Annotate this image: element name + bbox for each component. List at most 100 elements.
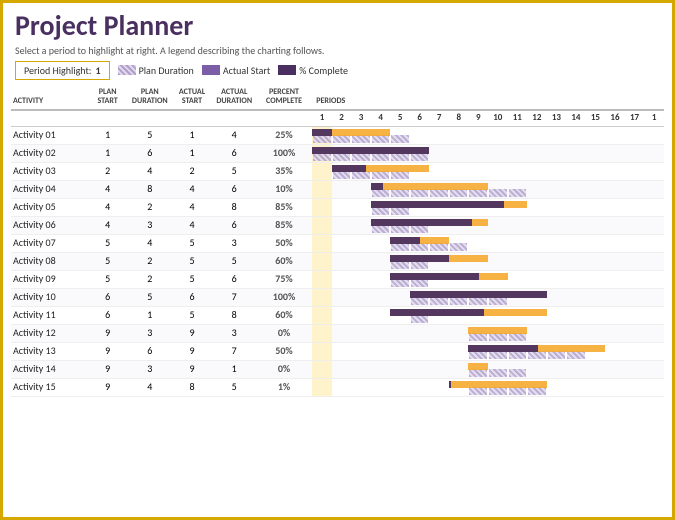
plan-bar <box>391 171 409 179</box>
actual-bar <box>488 327 508 334</box>
actual-duration-value: 7 <box>213 288 256 306</box>
gantt-cell-p14 <box>566 306 586 324</box>
complete-bar <box>449 219 469 226</box>
actual-start-value: 9 <box>171 360 212 378</box>
legend-complete: % Complete <box>278 64 348 77</box>
gantt-cell-p5 <box>390 180 410 198</box>
plan-bar <box>509 351 527 359</box>
period-1: 1 <box>312 110 332 126</box>
gantt-cell-p9 <box>468 306 488 324</box>
gantt-cell-p5 <box>390 144 410 162</box>
period-highlight-box[interactable]: Period Highlight: 1 <box>15 61 110 80</box>
gantt-cell-p12 <box>527 126 547 144</box>
gantt-cell-p17 <box>625 144 645 162</box>
gantt-cell-p13 <box>547 306 567 324</box>
complete-bar <box>410 147 430 154</box>
table-row: Activity 1493910% <box>11 360 664 378</box>
actual-bar <box>508 381 528 388</box>
plan-start-value: 5 <box>87 270 128 288</box>
complete-bar <box>468 345 488 352</box>
activity-name: Activity 07 <box>11 234 87 252</box>
activity-name: Activity 15 <box>11 378 87 396</box>
gantt-cell-p11 <box>508 288 528 306</box>
gantt-cell-p4 <box>371 126 391 144</box>
complete-bar <box>410 309 430 316</box>
period-highlight-value: 1 <box>95 64 100 77</box>
gantt-cell-p13 <box>547 378 567 396</box>
gantt-cell-p16 <box>605 162 625 180</box>
gantt-cell-p12 <box>527 144 547 162</box>
plan-swatch <box>118 65 136 75</box>
gantt-cell-p4 <box>371 144 391 162</box>
plan-start-value: 1 <box>87 126 128 144</box>
gantt-cell-p16 <box>605 342 625 360</box>
actual-duration-value: 8 <box>213 306 256 324</box>
gantt-cell-p8 <box>449 270 469 288</box>
table-row: Activity 021616100% <box>11 144 664 162</box>
activity-name: Activity 02 <box>11 144 87 162</box>
plan-bar <box>509 333 527 341</box>
gantt-cell-p6 <box>410 288 430 306</box>
gantt-cell-p2 <box>332 270 352 288</box>
plan-bar <box>411 315 429 323</box>
gantt-cell-p7 <box>429 216 449 234</box>
table-row: Activity 01151425% <box>11 126 664 144</box>
gantt-cell-p2 <box>332 342 352 360</box>
plan-bar <box>391 189 409 197</box>
gantt-cell-p16 <box>605 144 625 162</box>
activity-name: Activity 04 <box>11 180 87 198</box>
plan-bar <box>469 333 487 341</box>
period-3: 3 <box>351 110 371 126</box>
table-row: Activity 04484610% <box>11 180 664 198</box>
gantt-cell-p7 <box>429 378 449 396</box>
gantt-cell-p4 <box>371 252 391 270</box>
gantt-cell-p1 <box>312 342 332 360</box>
gantt-cell-p15 <box>586 288 606 306</box>
gantt-cell-p14 <box>566 288 586 306</box>
gantt-cell-p10 <box>488 378 508 396</box>
gantt-cell-p16 <box>605 252 625 270</box>
gantt-cell-p13 <box>547 252 567 270</box>
gantt-cell-p1 <box>312 288 332 306</box>
gantt-cell-p1 <box>312 378 332 396</box>
gantt-cell-p5 <box>390 378 410 396</box>
gantt-cell-p12 <box>527 270 547 288</box>
gantt-cell-p2 <box>332 378 352 396</box>
complete-bar <box>527 291 547 298</box>
complete-bar <box>410 219 430 226</box>
actual-bar <box>508 309 528 316</box>
gantt-cell-p11 <box>508 162 528 180</box>
plan-bar <box>352 135 370 143</box>
gantt-cell-p9 <box>468 252 488 270</box>
gantt-cell-p13 <box>547 270 567 288</box>
actual-start-value: 4 <box>171 198 212 216</box>
actual-start-value: 9 <box>171 342 212 360</box>
plan-bar <box>509 387 527 395</box>
gantt-cell-p13 <box>547 324 567 342</box>
gantt-cell-p7 <box>429 288 449 306</box>
gantt-cell-p18 <box>644 306 664 324</box>
gantt-cell-p3 <box>351 378 371 396</box>
actual-bar <box>410 183 430 190</box>
gantt-cell-p11 <box>508 378 528 396</box>
plan-bar <box>469 387 487 395</box>
actual-start-value: 1 <box>171 144 212 162</box>
gantt-cell-p12 <box>527 198 547 216</box>
actual-bar <box>468 363 488 370</box>
complete-bar <box>410 255 430 262</box>
gantt-cell-p8 <box>449 234 469 252</box>
table-header-row: ACTIVITY PLANSTART PLANDURATION ACTUALST… <box>11 86 664 110</box>
gantt-cell-p18 <box>644 216 664 234</box>
gantt-cell-p8 <box>449 126 469 144</box>
gantt-cell-p4 <box>371 378 391 396</box>
gantt-cell-p4 <box>371 234 391 252</box>
gantt-cell-p6 <box>410 126 430 144</box>
actual-bar <box>488 273 508 280</box>
col-periods: PERIODS <box>312 86 664 110</box>
gantt-cell-p12 <box>527 324 547 342</box>
plan-bar <box>333 171 351 179</box>
gantt-cell-p3 <box>351 180 371 198</box>
gantt-cell-p1 <box>312 234 332 252</box>
period-numbers-row: 1 2 3 4 5 6 7 8 9 10 11 12 13 14 15 16 1… <box>11 110 664 126</box>
complete-bar <box>429 255 449 262</box>
